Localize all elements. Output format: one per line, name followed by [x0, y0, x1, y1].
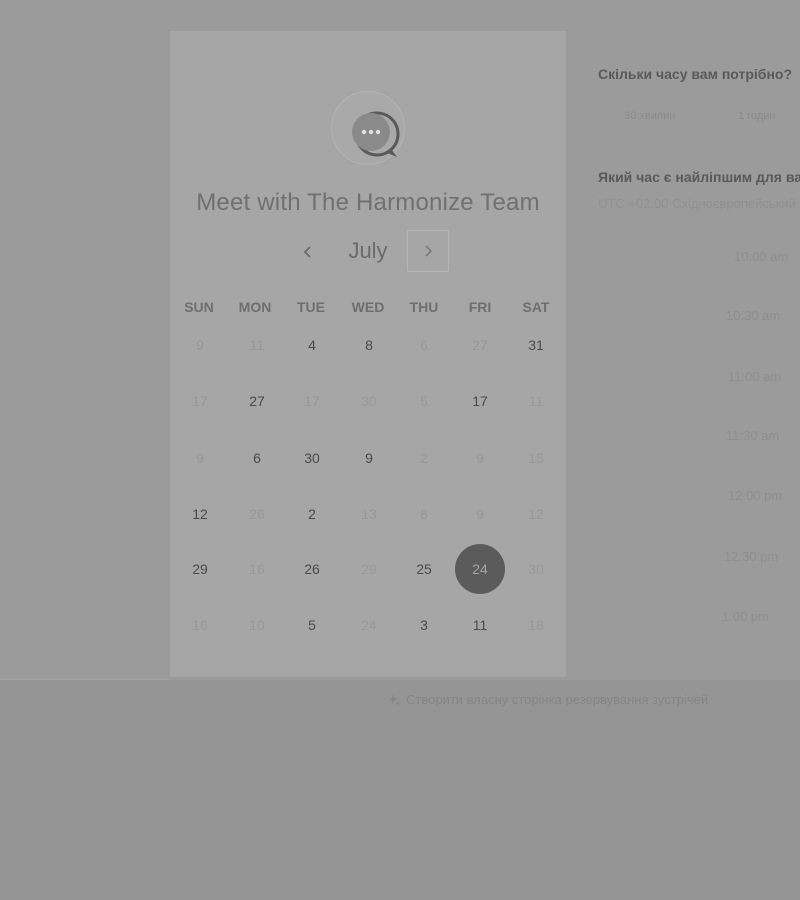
- calendar-day: 9: [196, 450, 204, 466]
- calendar-day: 29: [361, 561, 377, 577]
- duration-question: Скільки часу вам потрібно?: [598, 66, 793, 82]
- time-slot[interactable]: 10:00 am: [734, 249, 788, 264]
- calendar-day[interactable]: 5: [284, 613, 340, 637]
- calendar-day: 16: [249, 561, 265, 577]
- calendar-day[interactable]: 12: [172, 502, 228, 526]
- calendar-day: 30: [361, 393, 377, 409]
- time-slot[interactable]: 12:30 pm: [724, 549, 778, 564]
- calendar-day: 11: [528, 393, 544, 409]
- calendar-day[interactable]: 11: [452, 613, 508, 637]
- calendar-day: 17: [192, 393, 208, 409]
- time-slot[interactable]: 11:30 am: [726, 428, 779, 443]
- calendar-day[interactable]: 8: [341, 333, 397, 357]
- calendar-day[interactable]: 27: [229, 389, 285, 413]
- calendar-day: 30: [528, 561, 544, 577]
- calendar-day: 6: [420, 337, 428, 353]
- calendar-day[interactable]: 29: [172, 557, 228, 581]
- calendar-day: 2: [420, 450, 428, 466]
- calendar-day[interactable]: 4: [284, 333, 340, 357]
- calendar-day: 9: [476, 506, 484, 522]
- calendar-day: 27: [472, 337, 488, 353]
- calendar-day: 18: [528, 617, 544, 633]
- calendar-day[interactable]: 6: [229, 446, 285, 470]
- duration-option-60[interactable]: 1 годин: [738, 110, 775, 122]
- calendar-day: 17: [304, 393, 320, 409]
- calendar-day[interactable]: 30: [284, 446, 340, 470]
- time-question: Який час є найліпшим для вас?: [598, 169, 800, 185]
- calendar-day[interactable]: 17: [452, 389, 508, 413]
- calendar-day: 26: [249, 506, 265, 522]
- calendar-day: 10: [249, 617, 265, 633]
- time-slot[interactable]: 12:00 pm: [728, 488, 782, 503]
- calendar-day: 13: [361, 506, 377, 522]
- calendar-day: 16: [192, 617, 208, 633]
- create-booking-page-label: Створити власну сторінка резервування зу…: [406, 692, 709, 707]
- calendar-day: 5: [420, 393, 428, 409]
- calendar-day[interactable]: 3: [396, 613, 452, 637]
- calendar-day-selected[interactable]: 24: [452, 557, 508, 581]
- calendar-day: 9: [476, 450, 484, 466]
- calendar-day: 8: [420, 506, 428, 522]
- timezone-label[interactable]: UTC +02:00 Східноєвропейський час: [598, 196, 800, 211]
- calendar-day[interactable]: 25: [396, 557, 452, 581]
- scheduler-card: Meet with The Harmonize Team July SUN MO…: [170, 31, 566, 677]
- time-slot[interactable]: 1:00 pm: [722, 609, 769, 624]
- calendar-day: 11: [249, 337, 265, 353]
- sparkle-icon: [389, 693, 401, 706]
- calendar-grid: 9 11 4 8 6 27 31 17 27 17 30 5 17 11 9 6 30 9 2 9 15 12 26 2 13 8…: [170, 31, 566, 677]
- calendar-day[interactable]: 26: [284, 557, 340, 581]
- duration-option-30[interactable]: 30 хвилин: [624, 110, 675, 122]
- calendar-day[interactable]: 31: [508, 333, 564, 357]
- divider: [0, 679, 170, 680]
- create-booking-page-link[interactable]: Створити власну сторінка резервування зу…: [388, 692, 708, 707]
- calendar-day: 12: [528, 506, 544, 522]
- calendar-day: 15: [528, 450, 544, 466]
- booking-panel: Скільки часу вам потрібно? 30 хвилин 1 г…: [598, 0, 800, 680]
- calendar-day[interactable]: 9: [341, 446, 397, 470]
- time-slot[interactable]: 10:30 am: [726, 308, 780, 323]
- time-slot[interactable]: 11:00 am: [728, 369, 781, 384]
- calendar-day: 24: [361, 617, 377, 633]
- calendar-day[interactable]: 2: [284, 502, 340, 526]
- calendar-day: 9: [196, 337, 204, 353]
